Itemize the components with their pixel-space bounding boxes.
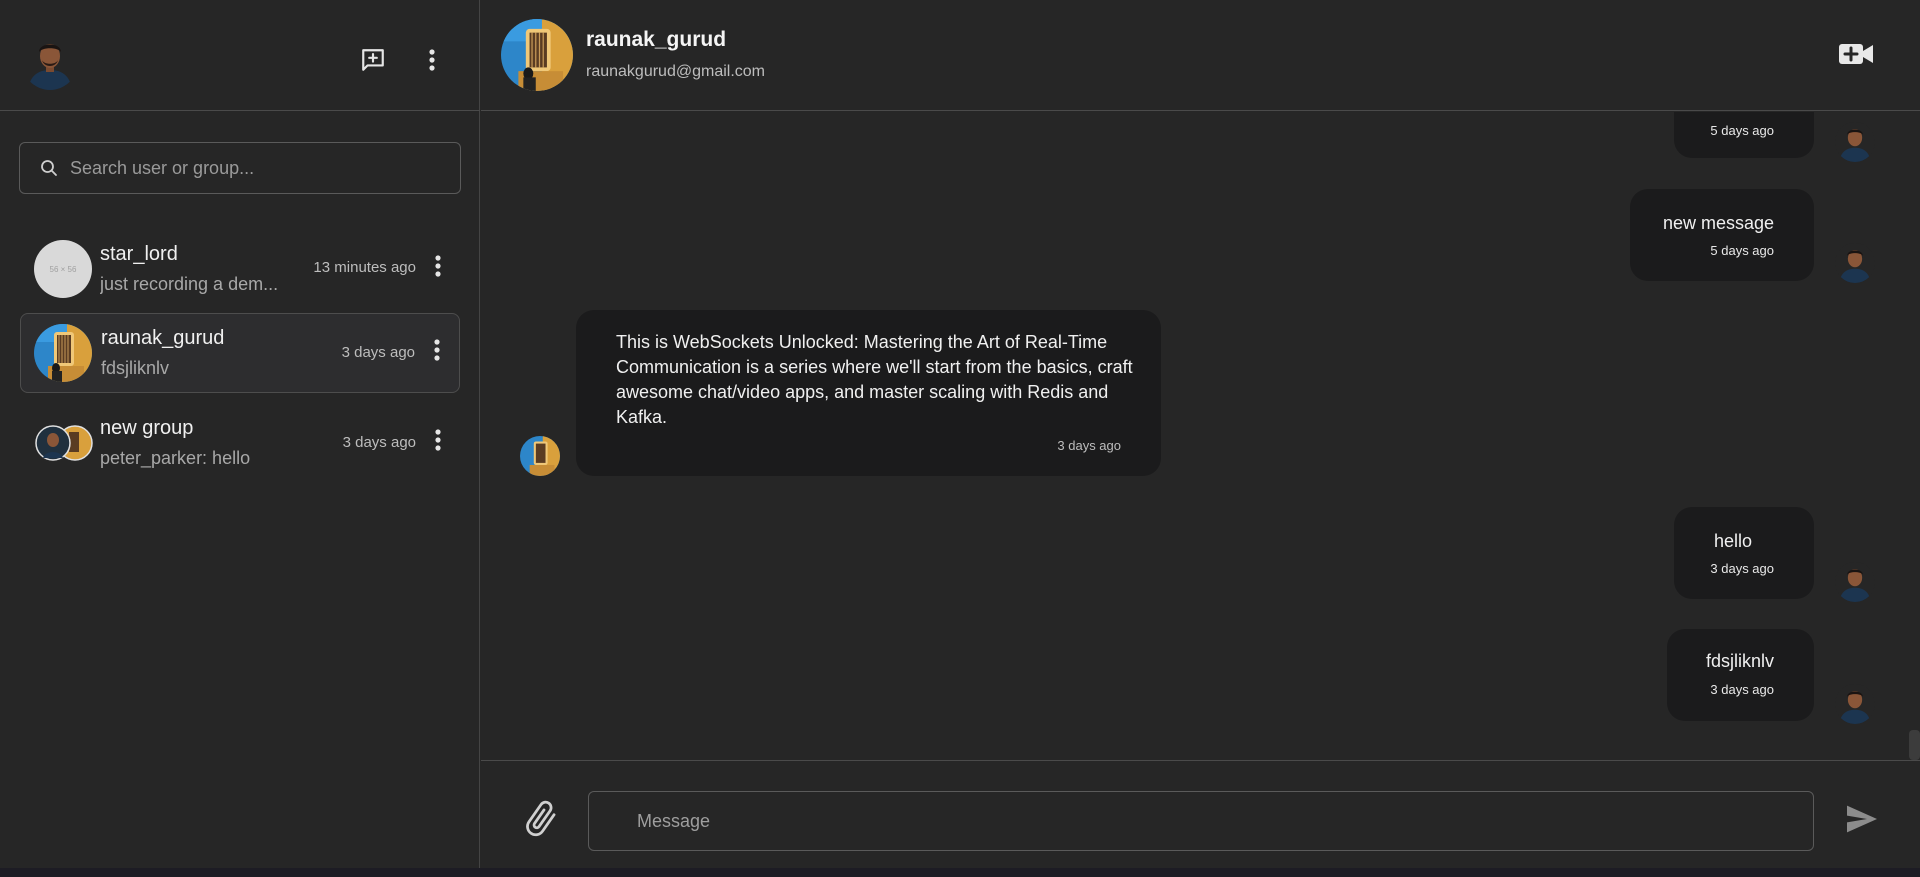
message-line: Kafka. bbox=[616, 407, 668, 427]
more-vert-icon bbox=[435, 429, 441, 451]
chat-time: 3 days ago bbox=[342, 434, 416, 451]
my-message-avatar bbox=[1835, 684, 1875, 724]
contact-name: raunak_gurud bbox=[586, 28, 727, 51]
video-call-icon bbox=[1839, 44, 1873, 64]
bottom-strip bbox=[0, 868, 1920, 877]
chat-item-raunak-gurud[interactable]: raunak_gurud fdsjliknlv 3 days ago bbox=[20, 313, 460, 393]
search-icon bbox=[40, 159, 58, 177]
more-vert-icon bbox=[434, 339, 440, 361]
contact-avatar[interactable] bbox=[501, 19, 573, 91]
send-button[interactable] bbox=[1842, 799, 1882, 839]
message-line: awesome chat/video apps, and master scal… bbox=[616, 382, 1109, 402]
message-time: 3 days ago bbox=[1057, 438, 1121, 453]
search-box[interactable] bbox=[19, 142, 461, 194]
chat-preview: just recording a dem... bbox=[100, 274, 279, 294]
chat-name: star_lord bbox=[100, 243, 178, 265]
chat-menu-button[interactable] bbox=[425, 332, 449, 368]
chat-panel: raunak_gurud raunakgurud@gmail.com 5 day… bbox=[481, 0, 1920, 868]
more-vert-icon bbox=[435, 255, 441, 277]
sidebar-menu-button[interactable] bbox=[412, 40, 452, 80]
chat-preview: fdsjliknlv bbox=[101, 358, 170, 378]
new-chat-icon bbox=[362, 49, 384, 71]
sidebar: 56 × 56 star_lord just recording a dem..… bbox=[0, 0, 480, 868]
message-bubble-sent: hello 3 days ago bbox=[1674, 507, 1814, 599]
message-line: Communication is a series where we'll st… bbox=[616, 357, 1133, 377]
message-text: hello bbox=[1714, 531, 1753, 551]
more-vert-icon bbox=[429, 49, 435, 71]
group-avatar bbox=[34, 424, 94, 462]
message-time: 5 days ago bbox=[1710, 243, 1774, 258]
video-call-button[interactable] bbox=[1835, 36, 1879, 72]
message-text: fdsjliknlv bbox=[1706, 651, 1775, 671]
chat-menu-button[interactable] bbox=[426, 248, 450, 284]
message-text: new message bbox=[1662, 213, 1774, 233]
contact-email: raunakgurud@gmail.com bbox=[586, 63, 765, 80]
message-text: This is WebSockets Unlocked: Mastering t… bbox=[616, 330, 1133, 430]
message-line: This is WebSockets Unlocked: Mastering t… bbox=[616, 332, 1108, 352]
send-icon bbox=[1847, 805, 1877, 833]
message-input-box[interactable] bbox=[588, 791, 1814, 851]
avatar-placeholder-text: 56 × 56 bbox=[49, 264, 77, 274]
attach-button[interactable] bbox=[519, 797, 563, 841]
message-bubble-received: This is WebSockets Unlocked: Mastering t… bbox=[576, 310, 1161, 476]
chat-time: 13 minutes ago bbox=[313, 259, 416, 276]
message-time: 3 days ago bbox=[1710, 682, 1774, 697]
message-time: 5 days ago bbox=[1710, 123, 1774, 138]
message-input[interactable] bbox=[589, 792, 1813, 850]
chat-item-star-lord[interactable]: 56 × 56 star_lord just recording a dem..… bbox=[20, 228, 460, 308]
avatar bbox=[34, 324, 92, 382]
search-input[interactable] bbox=[70, 157, 430, 179]
message-bubble-sent: fdsjliknlv 3 days ago bbox=[1667, 629, 1814, 721]
message-list: 5 days ago new message 5 days ago This i… bbox=[481, 112, 1920, 760]
avatar: 56 × 56 bbox=[34, 240, 92, 298]
chat-item-new-group[interactable]: new group peter_parker: hello 3 days ago bbox=[20, 402, 460, 482]
chat-menu-button[interactable] bbox=[426, 422, 450, 458]
chat-name: new group bbox=[100, 417, 194, 439]
message-time: 3 days ago bbox=[1710, 561, 1774, 576]
chat-header: raunak_gurud raunakgurud@gmail.com bbox=[481, 0, 1920, 111]
message-bubble-sent: new message 5 days ago bbox=[1630, 189, 1814, 281]
my-message-avatar bbox=[1835, 243, 1875, 283]
my-message-avatar bbox=[1835, 122, 1875, 162]
my-message-avatar bbox=[1835, 562, 1875, 602]
sidebar-header bbox=[0, 0, 480, 111]
my-avatar[interactable] bbox=[22, 34, 78, 90]
chat-time: 3 days ago bbox=[341, 344, 415, 361]
message-bubble-sent: 5 days ago bbox=[1674, 112, 1814, 158]
message-composer bbox=[481, 760, 1920, 868]
paperclip-icon bbox=[526, 800, 556, 837]
chat-name: raunak_gurud bbox=[101, 327, 225, 349]
contact-message-avatar bbox=[520, 436, 560, 476]
chat-preview: peter_parker: hello bbox=[100, 448, 251, 468]
new-chat-button[interactable] bbox=[353, 40, 393, 80]
scrollbar-thumb[interactable] bbox=[1909, 730, 1920, 760]
